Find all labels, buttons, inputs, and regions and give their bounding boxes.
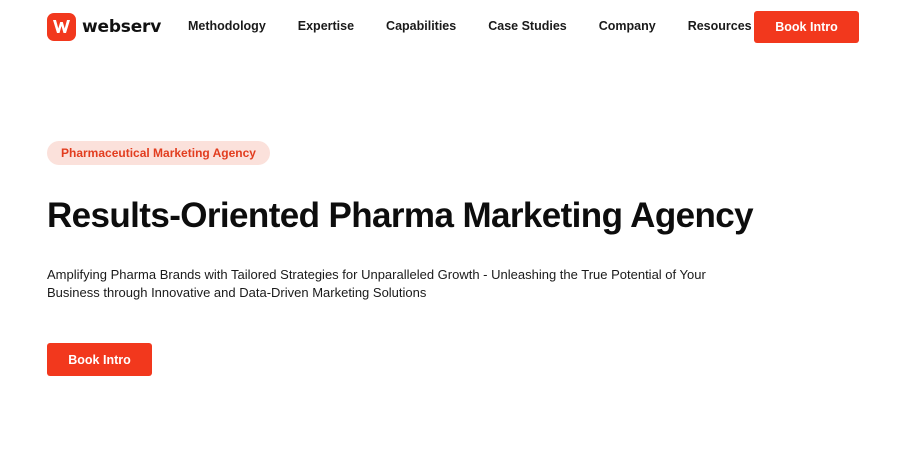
category-badge: Pharmaceutical Marketing Agency: [47, 141, 270, 165]
hero-title: Results-Oriented Pharma Marketing Agency: [47, 196, 754, 235]
nav-item-company[interactable]: Company: [599, 19, 656, 33]
hero-subtitle: Amplifying Pharma Brands with Tailored S…: [47, 266, 787, 302]
main-nav: Methodology Expertise Capabilities Case …: [188, 19, 752, 33]
nav-item-expertise[interactable]: Expertise: [298, 19, 354, 33]
nav-item-resources[interactable]: Resources: [688, 19, 752, 33]
logo-link[interactable]: webserv: [47, 13, 161, 41]
webserv-logo-icon: [47, 13, 76, 41]
hero-book-intro-button[interactable]: Book Intro: [47, 343, 152, 376]
header-book-intro-button[interactable]: Book Intro: [754, 11, 859, 43]
page: webserv Methodology Expertise Capabiliti…: [0, 0, 905, 459]
logo-wordmark: webserv: [82, 17, 162, 37]
hero-subtitle-line-2: Business through Innovative and Data-Dri…: [47, 285, 427, 300]
nav-item-capabilities[interactable]: Capabilities: [386, 19, 456, 33]
nav-item-case-studies[interactable]: Case Studies: [488, 19, 567, 33]
site-header: webserv Methodology Expertise Capabiliti…: [0, 0, 905, 54]
nav-item-methodology[interactable]: Methodology: [188, 19, 266, 33]
hero-subtitle-line-1: Amplifying Pharma Brands with Tailored S…: [47, 267, 706, 282]
